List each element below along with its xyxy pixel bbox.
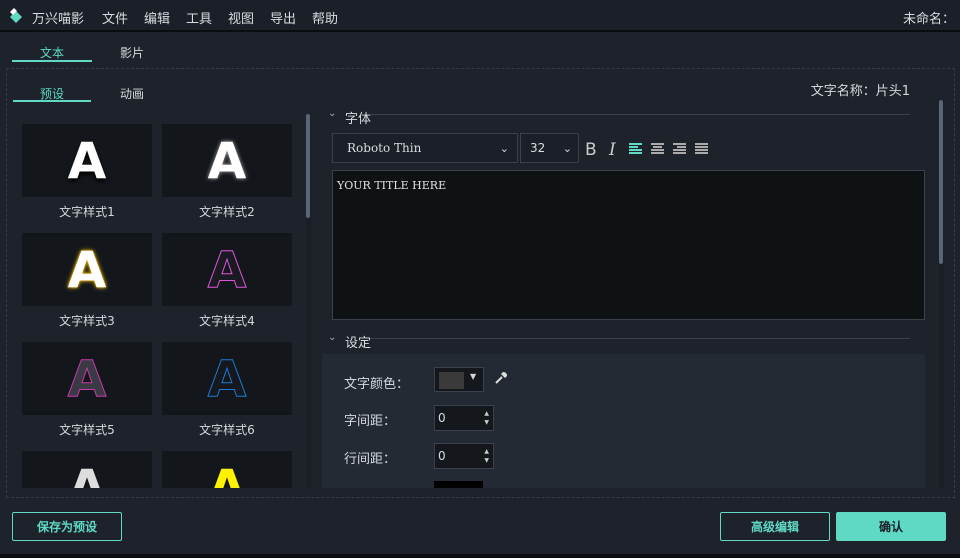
preset-item[interactable]: A 文字样式1 — [22, 124, 152, 220]
char-spacing-value: 0 — [438, 411, 446, 425]
preset-item[interactable]: A 文字样式5 — [22, 342, 152, 438]
settings-section-title: 设定 — [345, 336, 372, 351]
app-name: 万兴喵影 — [32, 12, 85, 27]
app-logo-icon — [10, 8, 22, 23]
advanced-edit-button[interactable]: 高级编辑 — [720, 512, 830, 541]
preset-scrollbar[interactable] — [306, 114, 311, 488]
font-section-title: 字体 — [345, 112, 372, 127]
tab-presets[interactable]: 预设 — [13, 85, 91, 102]
char-spacing-stepper[interactable]: 0 ▲ ▼ — [434, 405, 494, 431]
chevron-down-icon: ⌄ — [562, 141, 572, 155]
stepper-arrows-icon[interactable]: ▲ ▼ — [484, 447, 489, 465]
preset-label: 文字样式1 — [59, 205, 115, 219]
tab-film[interactable]: 影片 — [92, 44, 172, 62]
italic-button[interactable]: I — [609, 140, 616, 160]
bottom-border — [0, 554, 960, 558]
preset-item[interactable]: A 文字样式4 — [162, 233, 292, 329]
menu-view[interactable]: 视图 — [228, 8, 254, 27]
preset-thumbnail: A — [162, 451, 292, 488]
align-center-icon — [651, 143, 664, 154]
size-select[interactable]: 32 ⌄ — [520, 133, 579, 163]
line-spacing-stepper[interactable]: 0 ▲ ▼ — [434, 443, 494, 469]
tab-text[interactable]: 文本 — [12, 44, 92, 62]
ok-button[interactable]: 确认 — [836, 512, 946, 541]
tab-animation[interactable]: 动画 — [92, 85, 172, 102]
text-color-picker[interactable]: ▼ — [434, 367, 484, 392]
chevron-down-icon[interactable]: ⌄ — [328, 332, 336, 343]
preset-label: 文字样式6 — [199, 423, 255, 437]
letter-a-preview: A — [207, 458, 247, 489]
line-spacing-value: 0 — [438, 449, 446, 463]
letter-a-preview: A — [67, 240, 107, 299]
text-input[interactable]: YOUR TITLE HERE — [332, 170, 925, 320]
eyedropper-icon[interactable] — [494, 371, 508, 385]
preset-list: A 文字样式1 A 文字样式2 A 文字样式3 A 文字样式4 A 文字样式5 A 文字样式6 A A — [12, 114, 312, 488]
menu-edit[interactable]: 编辑 — [144, 8, 170, 27]
chevron-down-icon[interactable]: ⌄ — [328, 108, 336, 119]
preset-label: 文字样式5 — [59, 423, 115, 437]
letter-a-preview: A — [207, 240, 247, 299]
chevron-down-icon: ⌄ — [499, 141, 509, 155]
preset-thumbnail: A — [162, 342, 292, 415]
preset-label: 文字样式3 — [59, 314, 115, 328]
letter-a-preview: A — [67, 458, 107, 489]
preset-item[interactable]: A 文字样式2 — [162, 124, 292, 220]
preset-item[interactable]: A 文字样式3 — [22, 233, 152, 329]
align-left-icon — [629, 143, 642, 154]
letter-a-preview: A — [207, 349, 247, 408]
color-swatch — [439, 372, 464, 389]
preset-label: 文字样式4 — [199, 314, 255, 328]
preset-item[interactable]: A 文字样式6 — [162, 342, 292, 438]
preset-thumbnail: A — [22, 342, 152, 415]
preset-item[interactable]: A — [162, 451, 292, 488]
menu-help[interactable]: 帮助 — [312, 8, 338, 27]
menu-tools[interactable]: 工具 — [186, 8, 212, 27]
divider — [370, 114, 910, 115]
preset-thumbnail: A — [22, 124, 152, 197]
alignment-grid[interactable] — [434, 481, 483, 488]
letter-a-preview: A — [67, 349, 107, 408]
text-color-label: 文字颜色： — [344, 377, 410, 392]
document-title: 未命名： — [903, 12, 956, 27]
bold-button[interactable]: B — [585, 140, 597, 160]
preset-thumbnail: A — [162, 233, 292, 306]
save-preset-button[interactable]: 保存为预设 — [12, 512, 122, 541]
preset-thumbnail: A — [22, 451, 152, 488]
size-value: 32 — [530, 141, 546, 155]
preset-thumbnail: A — [22, 233, 152, 306]
align-right-icon — [673, 143, 686, 154]
char-spacing-label: 字间距： — [344, 414, 397, 429]
font-value: Roboto Thin — [347, 141, 422, 155]
settings-panel: 文字颜色： ▼ 字间距： 0 ▲ ▼ 行间距： 0 ▲ ▼ — [322, 354, 925, 488]
caret-down-icon: ▼ — [470, 372, 477, 381]
font-select[interactable]: Roboto Thin ⌄ — [332, 133, 518, 163]
letter-a-preview: A — [67, 131, 107, 190]
align-justify-icon — [695, 143, 708, 154]
alignment-buttons[interactable] — [629, 143, 711, 155]
preset-thumbnail: A — [162, 124, 292, 197]
menu-export[interactable]: 导出 — [270, 8, 296, 27]
stepper-arrows-icon[interactable]: ▲ ▼ — [484, 409, 489, 427]
title-bar: 万兴喵影 文件 编辑 工具 视图 导出 帮助 未命名： — [0, 0, 960, 32]
divider — [370, 338, 910, 339]
preset-item[interactable]: A — [22, 451, 152, 488]
menu-file[interactable]: 文件 — [102, 8, 128, 27]
settings-scrollbar[interactable] — [939, 100, 944, 488]
letter-a-preview: A — [207, 131, 247, 190]
preset-label: 文字样式2 — [199, 205, 255, 219]
text-name: 文字名称：片头1 — [810, 84, 910, 99]
line-spacing-label: 行间距： — [344, 452, 397, 467]
